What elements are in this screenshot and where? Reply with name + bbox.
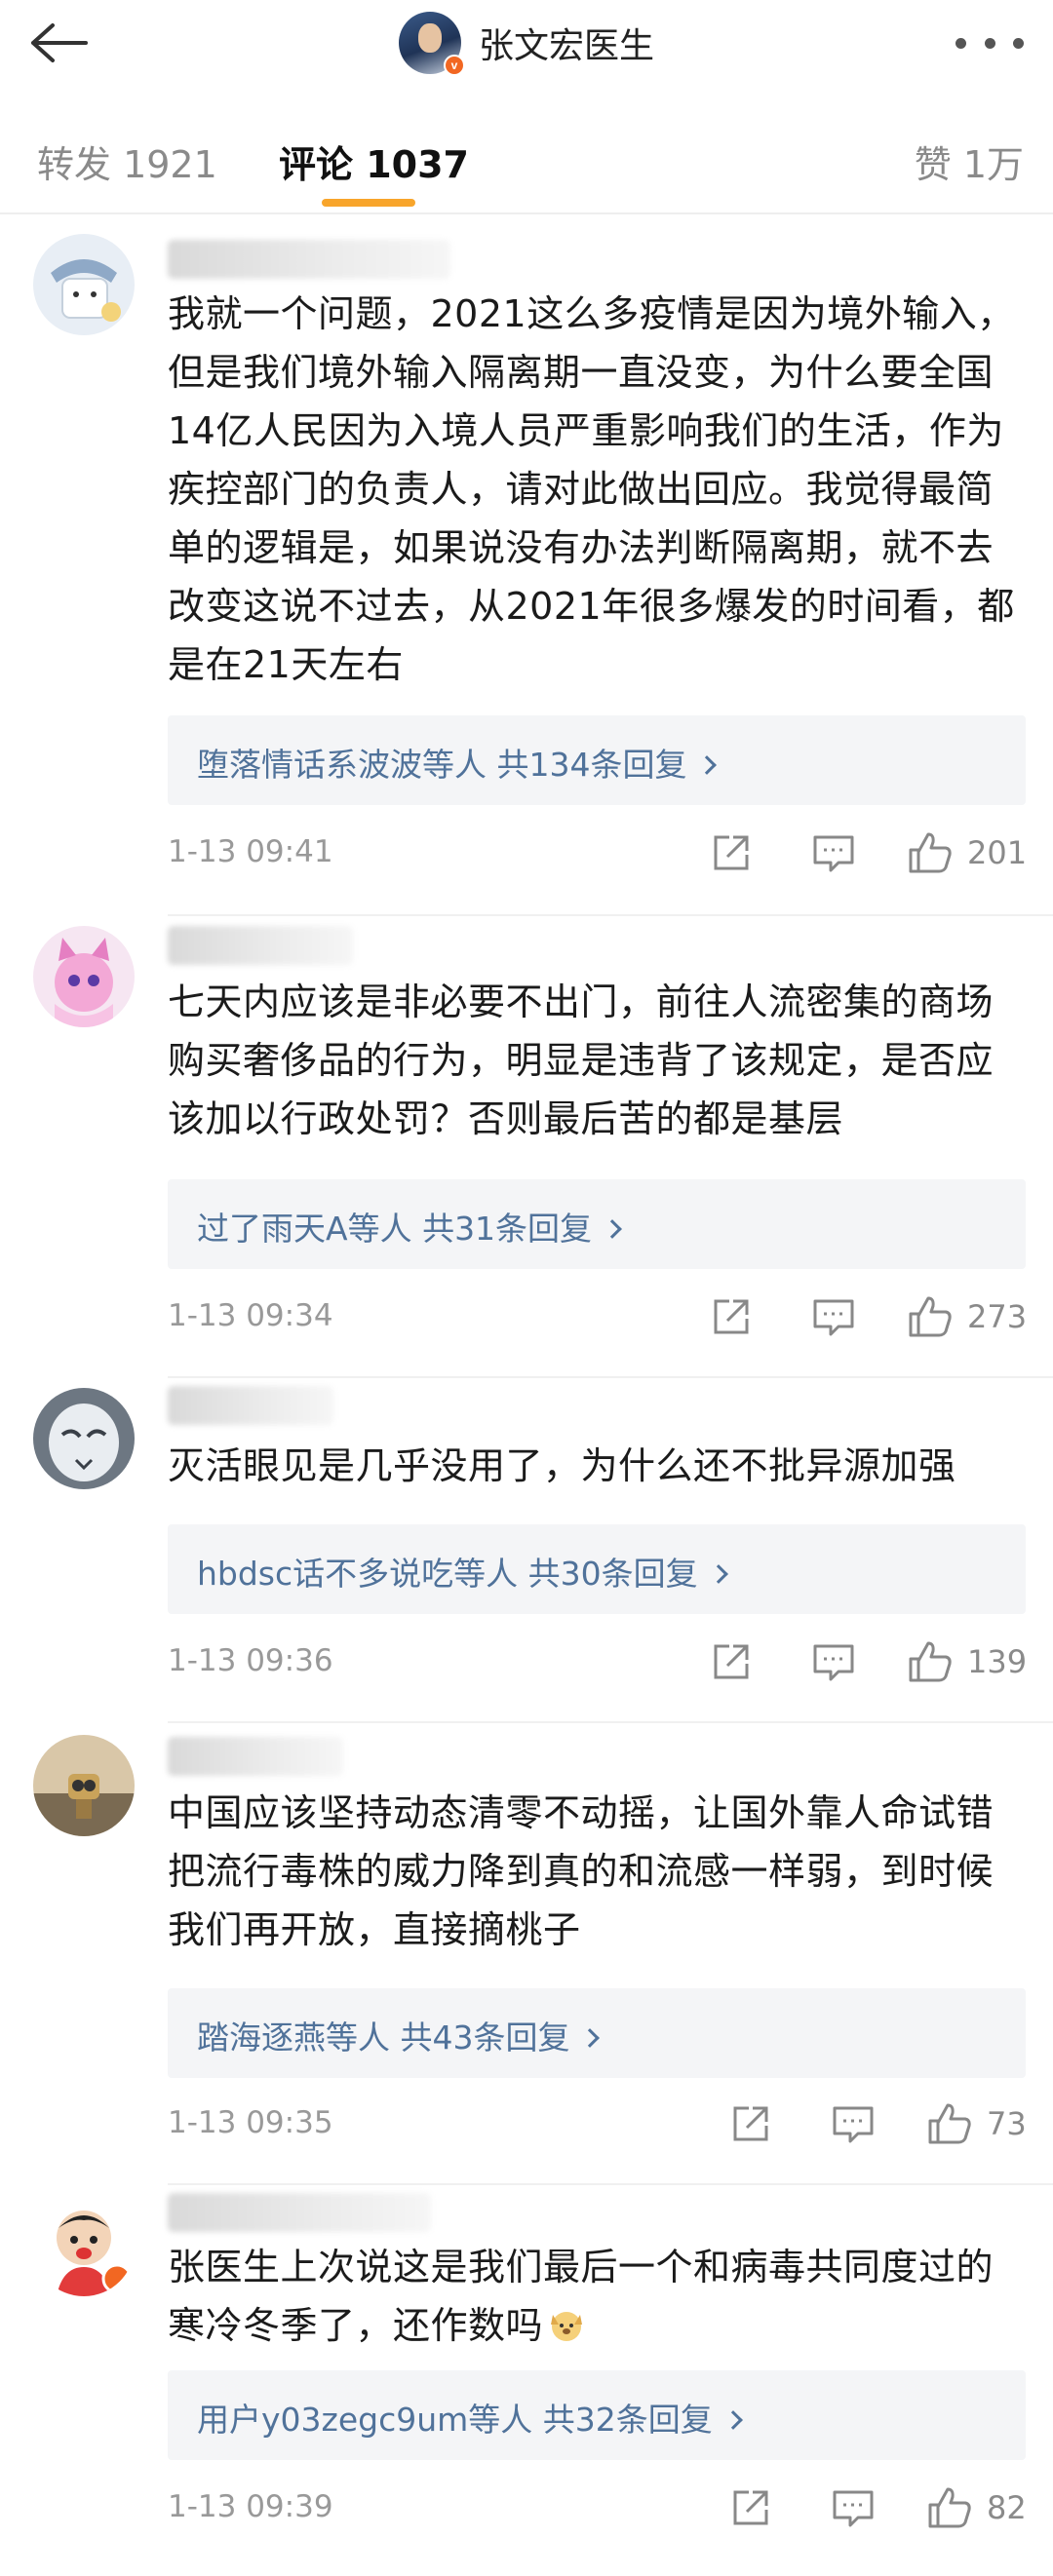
like-button[interactable]: 139	[907, 1637, 1027, 1686]
tab-comments[interactable]: 评论 1037	[279, 135, 469, 188]
username-blurred[interactable]	[168, 1386, 333, 1425]
like-count: 273	[967, 1298, 1028, 1335]
thumbs-up-icon	[928, 2487, 971, 2528]
share-button[interactable]	[729, 2099, 772, 2148]
avatar[interactable]	[33, 1388, 135, 1489]
comment-time: 1-13 09:35	[168, 2105, 333, 2140]
reply-button[interactable]	[811, 1637, 856, 1686]
reply-summary[interactable]: 过了雨天A等人 共31条回复	[168, 1179, 1026, 1269]
comment-text: 灭活眼见是几乎没用了，为什么还不批异源加强	[168, 1444, 956, 1487]
more-dots-icon	[956, 37, 966, 49]
author-avatar[interactable]: v	[398, 12, 465, 76]
share-icon	[733, 2106, 768, 2141]
comment-meta: 1-13 09:34 273	[168, 1292, 1027, 1341]
divider	[168, 1721, 1053, 1723]
username-blurred[interactable]	[168, 2193, 431, 2232]
chevron-right-icon	[580, 2028, 601, 2048]
comment-meta: 1-13 09:36 139	[168, 1637, 1027, 1686]
comment-text: 中国应该坚持动态清零不动摇，让国外靠人命试错把流行毒株的威力降到真的和流感一样弱…	[168, 1791, 994, 1951]
avatar[interactable]	[33, 234, 135, 335]
like-button[interactable]: 273	[907, 1292, 1027, 1341]
page-title-group: v 张文宏医生	[0, 0, 1053, 86]
comment-meta: 1-13 09:35 73	[168, 2099, 1027, 2148]
like-count: 82	[987, 2489, 1027, 2526]
chevron-right-icon	[708, 1564, 728, 1584]
reply-summary[interactable]: 踏海逐燕等人 共43条回复	[168, 1988, 1026, 2078]
chevron-right-icon	[603, 1219, 622, 1239]
username-blurred[interactable]	[168, 1737, 343, 1776]
reply-summary[interactable]: 堕落情话系波波等人 共134条回复	[168, 715, 1026, 805]
thumbs-up-icon	[909, 1296, 952, 1337]
share-icon	[714, 1299, 749, 1334]
comment-time: 1-13 09:36	[168, 1643, 333, 1678]
comment-text: 七天内应该是非必要不出门，前往人流密集的商场购买奢侈品的行为，明显是违背了该规定…	[168, 980, 994, 1140]
chevron-right-icon	[722, 2410, 743, 2430]
divider	[168, 1376, 1053, 1378]
reply-summary-text: 过了雨天A等人 共31条回复	[197, 1210, 593, 1248]
comment-text: 张医生上次说这是我们最后一个和病毒共同度过的寒冷冬季了，还作数吗	[168, 2238, 1026, 2355]
active-tab-indicator	[322, 199, 415, 207]
comment-time: 1-13 09:41	[168, 834, 333, 869]
reply-button[interactable]	[831, 2099, 876, 2148]
comment-time: 1-13 09:39	[168, 2489, 333, 2524]
username-blurred[interactable]	[168, 926, 353, 965]
share-button[interactable]	[710, 828, 753, 877]
username-blurred[interactable]	[168, 240, 450, 279]
reply-button[interactable]	[811, 1292, 856, 1341]
reply-summary[interactable]: hbdsc话不多说吃等人 共30条回复	[168, 1524, 1026, 1614]
reply-button[interactable]	[811, 828, 856, 877]
share-button[interactable]	[710, 1637, 753, 1686]
more-button[interactable]	[956, 21, 1024, 64]
chevron-right-icon	[697, 755, 718, 775]
thumbs-up-icon	[909, 1641, 952, 1682]
divider	[168, 2183, 1053, 2185]
comment-icon	[813, 1299, 854, 1336]
tab-bar: 转发 1921 评论 1037 赞 1万	[0, 97, 1053, 214]
top-nav-bar: v 张文宏医生	[0, 0, 1053, 86]
share-button[interactable]	[729, 2483, 772, 2532]
comment-meta: 1-13 09:39 82	[168, 2483, 1027, 2532]
comment-icon	[813, 835, 854, 872]
comment-icon	[813, 1644, 854, 1681]
reply-summary-text: 用户y03zegc9um等人 共32条回复	[197, 2401, 713, 2439]
comment-icon	[833, 2106, 874, 2143]
comment-time: 1-13 09:34	[168, 1298, 333, 1333]
comment-text: 我就一个问题，2021这么多疫情是因为境外输入，但是我们境外输入隔离期一直没变，…	[168, 292, 1015, 686]
reply-summary-text: 堕落情话系波波等人 共134条回复	[197, 746, 687, 784]
like-count: 201	[967, 834, 1028, 871]
comment-meta: 1-13 09:41 201	[168, 828, 1027, 877]
like-button[interactable]: 82	[926, 2483, 1027, 2532]
thumbs-up-icon	[909, 832, 952, 873]
verified-badge-icon: v	[443, 55, 465, 76]
share-icon	[714, 1644, 749, 1679]
like-button[interactable]: 73	[926, 2099, 1027, 2148]
tab-reposts[interactable]: 转发 1921	[37, 135, 217, 188]
reply-button[interactable]	[831, 2483, 876, 2532]
divider	[168, 914, 1053, 916]
avatar[interactable]	[33, 926, 135, 1027]
like-count: 73	[987, 2105, 1027, 2142]
avatar[interactable]	[33, 1735, 135, 1836]
reply-summary[interactable]: 用户y03zegc9um等人 共32条回复	[168, 2370, 1026, 2460]
share-icon	[714, 835, 749, 870]
reply-summary-text: hbdsc话不多说吃等人 共30条回复	[197, 1555, 698, 1593]
comment-icon	[833, 2490, 874, 2527]
thumbs-up-icon	[928, 2103, 971, 2144]
tab-likes[interactable]: 赞 1万	[915, 135, 1024, 188]
share-button[interactable]	[710, 1292, 753, 1341]
avatar[interactable]	[33, 2195, 135, 2296]
page-title: 张文宏医生	[478, 26, 654, 66]
reply-summary-text: 踏海逐燕等人 共43条回复	[197, 2019, 570, 2057]
dog-emoji-icon	[547, 2302, 586, 2341]
like-count: 139	[967, 1643, 1028, 1680]
like-button[interactable]: 201	[907, 828, 1027, 877]
share-icon	[733, 2490, 768, 2525]
